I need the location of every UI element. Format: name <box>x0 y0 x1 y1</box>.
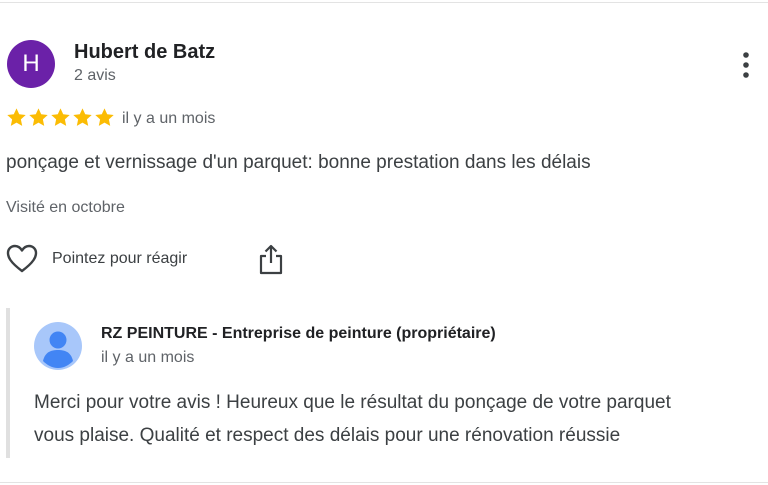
star-icon <box>95 108 114 126</box>
star-rating <box>6 107 115 128</box>
reply-line: vous plaise. Qualité et respect des déla… <box>34 425 621 446</box>
top-divider <box>0 2 768 3</box>
reviewer-avatar[interactable]: H <box>7 40 55 88</box>
reply-indent-bar <box>6 308 10 458</box>
more-vertical-icon <box>743 52 749 78</box>
review-count: 2 avis <box>74 67 116 84</box>
share-icon[interactable] <box>258 243 284 275</box>
owner-reply-text: Merci pour votre avis ! Heureux que le r… <box>34 386 768 452</box>
heart-icon[interactable] <box>6 244 38 274</box>
star-icon <box>73 108 92 126</box>
reviewer-name[interactable]: Hubert de Batz <box>74 41 215 64</box>
owner-reply-date: il y a un mois <box>101 349 195 366</box>
reply-line: Merci pour votre avis ! Heureux que le r… <box>34 392 671 413</box>
star-icon <box>29 108 48 126</box>
review-text: ponçage et vernissage d'un parquet: bonn… <box>6 152 591 173</box>
avatar-letter: H <box>22 50 40 77</box>
react-label[interactable]: Pointez pour réagir <box>52 250 187 268</box>
more-options-button[interactable] <box>732 48 760 82</box>
owner-name: RZ PEINTURE - Entreprise de peinture (pr… <box>101 325 496 342</box>
visit-date: Visité en octobre <box>6 199 125 216</box>
review-date: il y a un mois <box>122 110 216 127</box>
star-icon <box>51 108 70 126</box>
default-profile-icon[interactable] <box>34 322 82 370</box>
bottom-divider <box>0 482 768 483</box>
star-icon <box>7 108 26 126</box>
